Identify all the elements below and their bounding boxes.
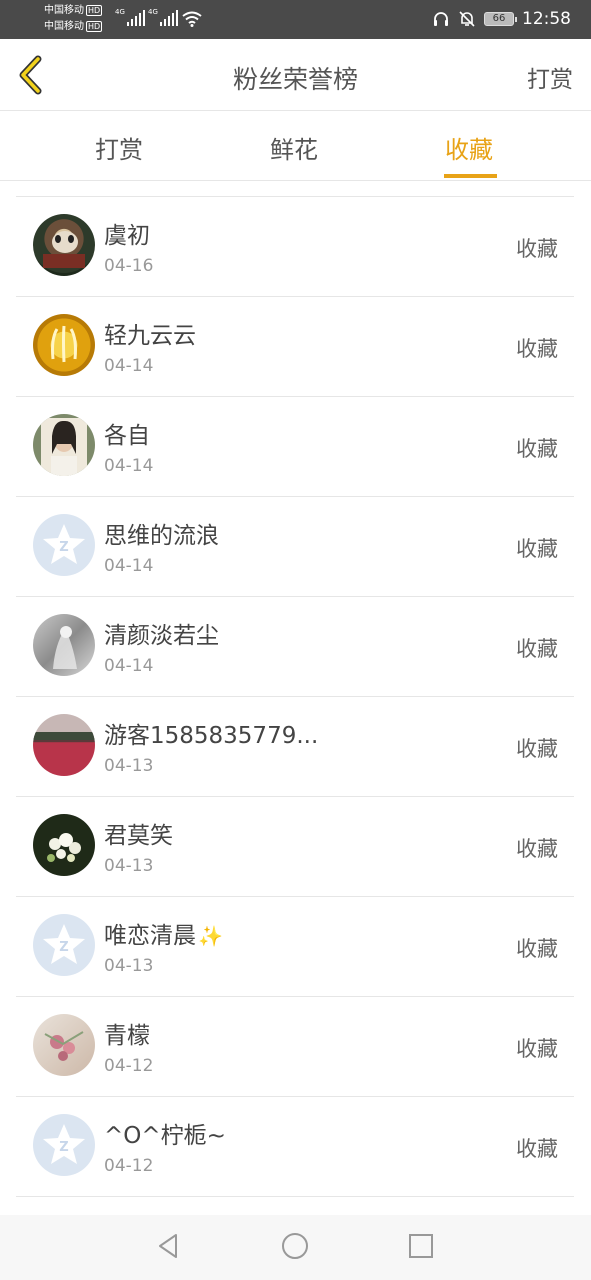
tab-reward[interactable]: 打赏 bbox=[95, 130, 143, 165]
list-item[interactable]: Z ^O^柠栀~ 04-12 收藏 bbox=[16, 1096, 574, 1196]
date: 04-13 bbox=[104, 856, 154, 876]
carrier-1-label: 中国移动 bbox=[44, 5, 84, 16]
headphones-icon bbox=[434, 12, 448, 26]
tab-active-indicator bbox=[444, 174, 497, 178]
date: 04-14 bbox=[104, 356, 154, 376]
list-item[interactable]: 清颜淡若尘 04-14 收藏 bbox=[16, 596, 574, 696]
svg-text:Z: Z bbox=[59, 940, 68, 955]
wifi-icon bbox=[182, 11, 202, 27]
avatar[interactable] bbox=[33, 714, 95, 776]
avatar[interactable] bbox=[33, 414, 95, 476]
nav-recents-icon[interactable] bbox=[406, 1231, 436, 1261]
fan-list: 虞初 04-16 收藏 轻九云云 04-14 收藏 各自 04-14 收藏 Z … bbox=[16, 196, 574, 1216]
favorite-label: 收藏 bbox=[516, 1137, 558, 1161]
status-bar: 中国移动 HD 中国移动 HD 4G 4G 66 12:58 bbox=[0, 0, 591, 39]
favorite-label: 收藏 bbox=[516, 937, 558, 961]
list-item-partial bbox=[16, 1196, 574, 1216]
svg-text:Z: Z bbox=[59, 540, 68, 555]
date: 04-13 bbox=[104, 756, 154, 776]
signal-1-icon: 4G bbox=[115, 8, 145, 26]
nav-bar: 粉丝荣誉榜 打赏 bbox=[0, 39, 591, 111]
reward-button[interactable]: 打赏 bbox=[527, 60, 573, 94]
avatar[interactable]: Z bbox=[33, 1114, 95, 1176]
date: 04-12 bbox=[104, 1056, 154, 1076]
avatar[interactable] bbox=[33, 814, 95, 876]
favorite-label: 收藏 bbox=[516, 537, 558, 561]
nav-back-icon[interactable] bbox=[154, 1231, 184, 1261]
user-name: 各自 bbox=[104, 423, 150, 449]
favorite-label: 收藏 bbox=[516, 237, 558, 261]
favorite-label: 收藏 bbox=[516, 737, 558, 761]
favorite-label: 收藏 bbox=[516, 1037, 558, 1061]
nav-home-icon[interactable] bbox=[280, 1231, 310, 1261]
default-avatar-icon: Z bbox=[43, 524, 85, 564]
user-name: 虞初 bbox=[104, 223, 150, 249]
user-name: ^O^柠栀~ bbox=[104, 1123, 226, 1149]
sparkle-emoji: ✨ bbox=[198, 924, 223, 948]
page-title: 粉丝荣誉榜 bbox=[232, 65, 358, 94]
date: 04-14 bbox=[104, 656, 154, 676]
date: 04-13 bbox=[104, 956, 154, 976]
list-item[interactable]: 君莫笑 04-13 收藏 bbox=[16, 796, 574, 896]
hd-badge-1: HD bbox=[86, 4, 103, 16]
battery-icon: 66 bbox=[484, 12, 517, 26]
signal-2-icon: 4G bbox=[148, 8, 178, 26]
user-name: 青檬 bbox=[104, 1023, 150, 1049]
favorite-label: 收藏 bbox=[516, 437, 558, 461]
system-nav-bar bbox=[0, 1215, 591, 1280]
default-avatar-icon: Z bbox=[43, 1124, 85, 1164]
tab-bar: 打赏 鲜花 收藏 bbox=[0, 112, 591, 181]
mute-bell-icon bbox=[459, 11, 475, 27]
list-item[interactable]: 青檬 04-12 收藏 bbox=[16, 996, 574, 1096]
favorite-label: 收藏 bbox=[516, 337, 558, 361]
favorite-label: 收藏 bbox=[516, 837, 558, 861]
tab-flowers[interactable]: 鲜花 bbox=[270, 130, 318, 165]
default-avatar-icon: Z bbox=[43, 924, 85, 964]
user-name: 游客1585835779... bbox=[104, 723, 319, 749]
date: 04-14 bbox=[104, 456, 154, 476]
list-item[interactable]: 各自 04-14 收藏 bbox=[16, 396, 574, 496]
carrier-2-label: 中国移动 bbox=[44, 21, 84, 32]
clock: 12:58 bbox=[522, 9, 571, 29]
date: 04-16 bbox=[104, 256, 154, 276]
svg-text:Z: Z bbox=[59, 1140, 68, 1155]
avatar[interactable]: Z bbox=[33, 514, 95, 576]
user-name: 清颜淡若尘 bbox=[104, 623, 219, 649]
tab-favorites[interactable]: 收藏 bbox=[445, 130, 493, 165]
list-item[interactable]: 轻九云云 04-14 收藏 bbox=[16, 296, 574, 396]
avatar[interactable] bbox=[33, 1014, 95, 1076]
date: 04-12 bbox=[104, 1156, 154, 1176]
user-name: 君莫笑 bbox=[104, 823, 173, 849]
hd-badge-2: HD bbox=[86, 20, 103, 32]
avatar[interactable]: Z bbox=[33, 914, 95, 976]
user-name: 唯恋清晨 ✨ bbox=[104, 923, 223, 949]
list-item[interactable]: 虞初 04-16 收藏 bbox=[16, 196, 574, 296]
list-item[interactable]: 游客1585835779... 04-13 收藏 bbox=[16, 696, 574, 796]
favorite-label: 收藏 bbox=[516, 637, 558, 661]
user-name: 轻九云云 bbox=[104, 323, 196, 349]
list-item[interactable]: Z 唯恋清晨 ✨ 04-13 收藏 bbox=[16, 896, 574, 996]
date: 04-14 bbox=[104, 556, 154, 576]
avatar[interactable] bbox=[33, 314, 95, 376]
carrier-info: 中国移动 HD 中国移动 HD bbox=[44, 3, 103, 35]
avatar[interactable] bbox=[33, 614, 95, 676]
avatar[interactable] bbox=[33, 214, 95, 276]
user-name: 思维的流浪 bbox=[104, 523, 219, 549]
list-item[interactable]: Z 思维的流浪 04-14 收藏 bbox=[16, 496, 574, 596]
